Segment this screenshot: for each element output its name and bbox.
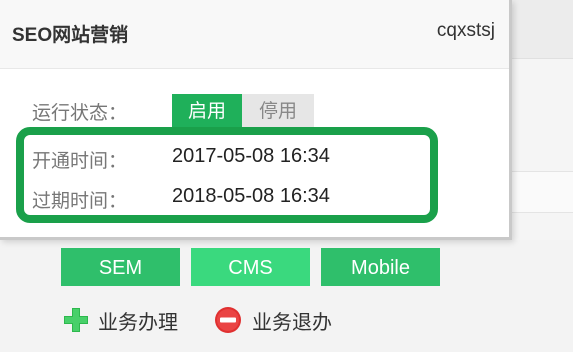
business-cancel-label: 业务退办 xyxy=(252,311,332,334)
sem-button[interactable]: SEM xyxy=(61,248,180,286)
cms-button[interactable]: CMS xyxy=(191,248,310,286)
status-toggle[interactable]: 启用 停用 xyxy=(172,94,314,127)
background-row-strip xyxy=(512,171,573,213)
status-on-button[interactable]: 启用 xyxy=(172,94,242,127)
open-time-value: 2017-05-08 16:34 xyxy=(172,145,330,167)
business-apply-link[interactable]: 业务办理 xyxy=(62,303,178,337)
expire-time-value: 2018-05-08 16:34 xyxy=(172,185,330,207)
popup-title: SEO网站营销 xyxy=(12,25,129,46)
mobile-button[interactable]: Mobile xyxy=(321,248,440,286)
plus-icon xyxy=(62,306,90,334)
expire-time-label: 过期时间： xyxy=(32,191,128,212)
popup-username: cqxstsj xyxy=(436,20,495,41)
business-cancel-link[interactable]: 业务退办 xyxy=(214,303,332,337)
status-off-button[interactable]: 停用 xyxy=(242,94,314,127)
business-apply-label: 业务办理 xyxy=(98,311,178,334)
popup-header: SEO网站营销 cqxstsj xyxy=(0,0,509,69)
stage: SEO网站营销 cqxstsj 运行状态： 启用 停用 开通时间： 2017-0… xyxy=(0,0,573,352)
status-label: 运行状态： xyxy=(32,103,128,124)
service-info-popup: SEO网站营销 cqxstsj 运行状态： 启用 停用 开通时间： 2017-0… xyxy=(0,0,512,240)
background-header-strip xyxy=(512,0,573,59)
minus-icon xyxy=(214,306,242,334)
open-time-label: 开通时间： xyxy=(32,151,128,172)
